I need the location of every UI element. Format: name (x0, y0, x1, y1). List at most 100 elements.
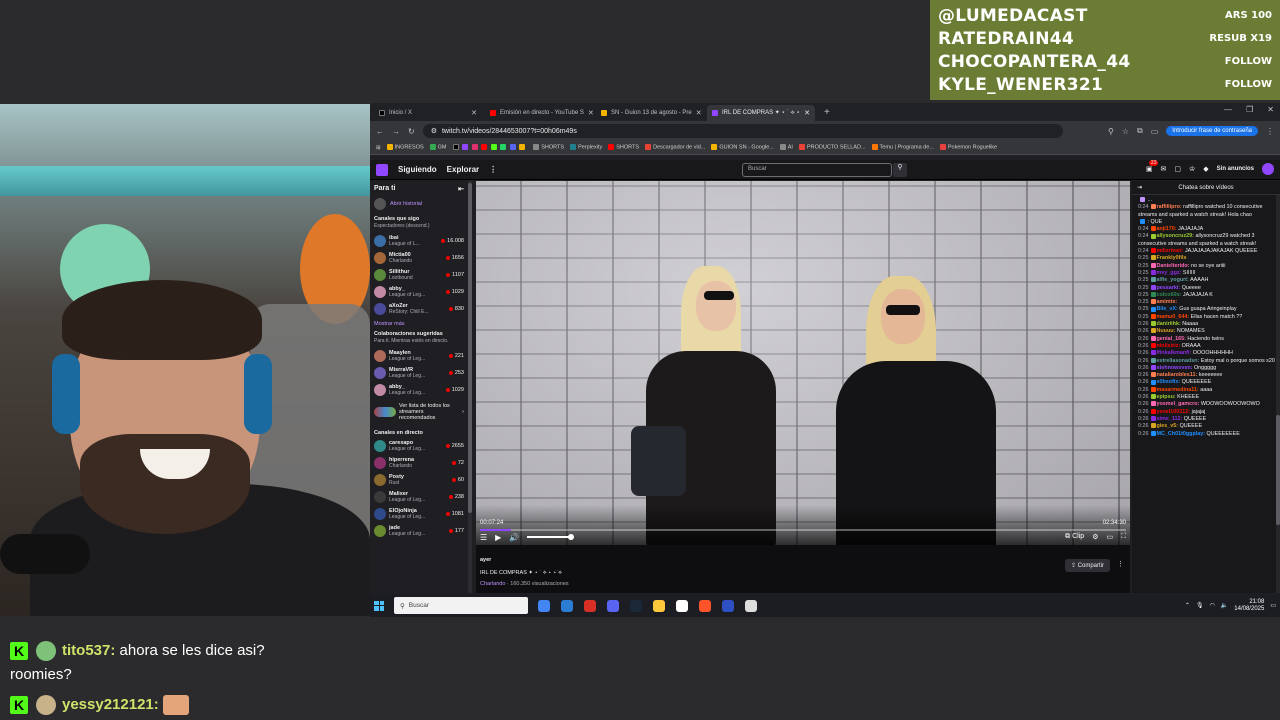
start-button-icon[interactable] (374, 600, 384, 611)
drive-icon[interactable] (519, 144, 526, 151)
chat-username[interactable]: Ifinkalkmanfi: (1157, 350, 1192, 356)
whatsapp-icon[interactable] (500, 144, 507, 151)
chat-username[interactable]: anji170: (1157, 226, 1177, 232)
outlook-icon[interactable] (561, 599, 573, 612)
theatre-mode-icon[interactable]: ▭ (1106, 533, 1113, 541)
network-icon[interactable]: ◠ (1210, 602, 1215, 609)
chat-username[interactable]: MC_Ch01t0ggplay: (1157, 431, 1206, 437)
discord-icon[interactable] (509, 144, 516, 151)
chat-username[interactable]: Nuuuu: (1157, 328, 1176, 334)
nav-following[interactable]: Siguiendo (398, 165, 437, 174)
crown-icon[interactable]: ♔ (1189, 165, 1195, 173)
taskbar-search[interactable]: ⚲ Buscar (394, 597, 528, 614)
channel-item[interactable]: Malixer League of Leg... 238 (374, 488, 464, 505)
channel-item[interactable]: ibai League of L... 16.008 (374, 232, 464, 249)
chat-username[interactable]: stehnowsvsn: (1157, 365, 1193, 371)
sidebar-scrollbar[interactable] (468, 181, 472, 593)
back-icon[interactable]: ← (376, 127, 384, 136)
chat-username[interactable]: daniriihk: (1157, 321, 1181, 327)
chat-username[interactable]: estrellasonadsn: (1157, 358, 1200, 364)
channel-item[interactable]: abby_ League of Leg... 1029 (374, 381, 464, 398)
history-link[interactable]: Abrir historial (374, 198, 464, 210)
browser-tab[interactable]: Emisión en directo - YouTube S ✕ (485, 105, 593, 121)
chat-username[interactable]: mamu0_644: (1157, 314, 1190, 320)
volume-slider[interactable] (527, 534, 575, 540)
extensions-icon[interactable]: ⧉ (1137, 126, 1143, 136)
chapters-icon[interactable]: ☰ (480, 533, 487, 542)
maximize-icon[interactable]: ❐ (1246, 105, 1253, 114)
minimize-icon[interactable]: — (1224, 105, 1232, 114)
channel-item[interactable]: Sillithur Lootbound 1107 (374, 266, 464, 283)
bookmark-item[interactable]: INGRESOS (386, 144, 424, 151)
close-icon[interactable]: ✕ (471, 109, 477, 117)
shield-icon[interactable] (745, 599, 757, 612)
bookmark-item[interactable]: Temu | Programa de... (871, 144, 934, 151)
settings-icon[interactable]: ⚙ (1092, 533, 1098, 541)
scroll-thumb[interactable] (468, 183, 472, 513)
zoom-icon[interactable]: ⚲ (1108, 127, 1114, 136)
bookmark-star-icon[interactable]: ☆ (1122, 127, 1129, 136)
x-logo-icon[interactable] (452, 144, 459, 151)
chat-username[interactable]: milizrivari: (1157, 248, 1184, 254)
bookmark-item[interactable]: SHORTS (608, 144, 639, 151)
chat-username[interactable]: Bile_vX: (1157, 306, 1178, 312)
browser-tab-active[interactable]: IRL DE COMPRAS ✦ ⋆ ˙ ⟡ ⋆ ✕ (707, 105, 815, 121)
chat-username[interactable]: raffillipro: (1157, 204, 1182, 210)
volume-knob[interactable] (568, 534, 575, 540)
collapse-chat-icon[interactable]: ⇥ (1137, 184, 1142, 191)
sidepanel-icon[interactable]: ▭ (1151, 127, 1159, 136)
notification-center-icon[interactable]: ▭ (1270, 602, 1276, 609)
discord-icon[interactable] (607, 599, 619, 612)
apps-icon[interactable]: ⊞ (376, 145, 381, 151)
chat-username[interactable]: Frankly0fils (1157, 255, 1187, 261)
bookmark-item[interactable]: Descargador de vid... (645, 144, 705, 151)
channel-item[interactable]: Posty Rust 60 (374, 471, 464, 488)
close-icon[interactable]: ✕ (696, 109, 702, 117)
menu-icon[interactable]: ⋮ (1266, 127, 1274, 136)
channel-item[interactable]: ElOjoNinja League of Leg... 1081 (374, 505, 464, 522)
bookmark-item[interactable]: Pokemon Roguelike (939, 144, 997, 151)
steam-icon[interactable] (630, 599, 642, 612)
chat-scrollbar[interactable] (1276, 195, 1280, 593)
channel-item[interactable]: carexapo League of Leg... 2655 (374, 437, 464, 454)
chat-username[interactable]: gies_v5: (1157, 423, 1179, 429)
close-icon[interactable]: ✕ (804, 109, 810, 117)
nav-more-icon[interactable]: ⋮ (489, 165, 497, 174)
chat-username[interactable]: epipsu: (1157, 394, 1176, 400)
channel-item[interactable]: Mictia00 Charlando 1656 (374, 249, 464, 266)
chat-username[interactable]: ninilsiriz: (1157, 343, 1181, 349)
search-input[interactable]: Buscar (742, 163, 892, 177)
clock[interactable]: 21:08 14/08/2025 (1234, 599, 1264, 613)
instagram-icon[interactable] (471, 144, 478, 151)
channel-item[interactable]: aXoZer ReStory: Chill E... 830 (374, 300, 464, 317)
forward-icon[interactable]: → (392, 127, 400, 136)
site-info-icon[interactable]: ⚙ (431, 127, 437, 135)
url-field[interactable]: ⚙ twitch.tv/videos/2844653007?t=00h06m49s (422, 124, 1063, 138)
channel-item[interactable]: MisrraVR League of Leg... 253 (374, 364, 464, 381)
category-link[interactable]: Charlando (480, 581, 505, 587)
bookmark-item[interactable]: GUION SN - Google... (711, 144, 774, 151)
new-tab-icon[interactable]: + (824, 107, 830, 118)
bookmark-item[interactable]: GM (429, 144, 447, 151)
video-player[interactable]: 00:07:24 02:34:30 ☰ ▶ 🔊 ⧉ Clip ⚙ ▭ ⛶ (476, 181, 1130, 545)
chat-username[interactable]: colco60s: (1157, 292, 1182, 298)
search-icon[interactable]: ⚲ (893, 163, 907, 177)
collapse-icon[interactable]: ⇤ (458, 185, 464, 193)
chat-username[interactable]: Danielterido: (1157, 263, 1190, 269)
chrome-icon[interactable] (538, 599, 550, 612)
app-icon[interactable] (722, 599, 734, 612)
share-button[interactable]: ⇪ Compartir (1064, 559, 1110, 572)
browser-tab[interactable]: Inicio / X ✕ (374, 105, 482, 121)
notepad-icon[interactable] (676, 599, 688, 612)
user-avatar[interactable] (1262, 163, 1274, 175)
volume-icon[interactable]: 🔊 (509, 533, 519, 542)
chat-username[interactable]: yosmel_gamcro: (1157, 401, 1200, 407)
chat-username[interactable]: amimtx: (1157, 299, 1178, 305)
chat-username[interactable]: genial_165: (1157, 336, 1186, 342)
speaker-icon[interactable]: 🔈 (1221, 602, 1228, 609)
reload-icon[interactable]: ↻ (408, 127, 415, 136)
whispers-icon[interactable]: ▢ (1174, 165, 1181, 173)
clip-button[interactable]: ⧉ Clip (1065, 533, 1084, 541)
channel-item[interactable]: jade League of Leg... 177 (374, 522, 464, 539)
obs-icon[interactable] (584, 599, 596, 612)
